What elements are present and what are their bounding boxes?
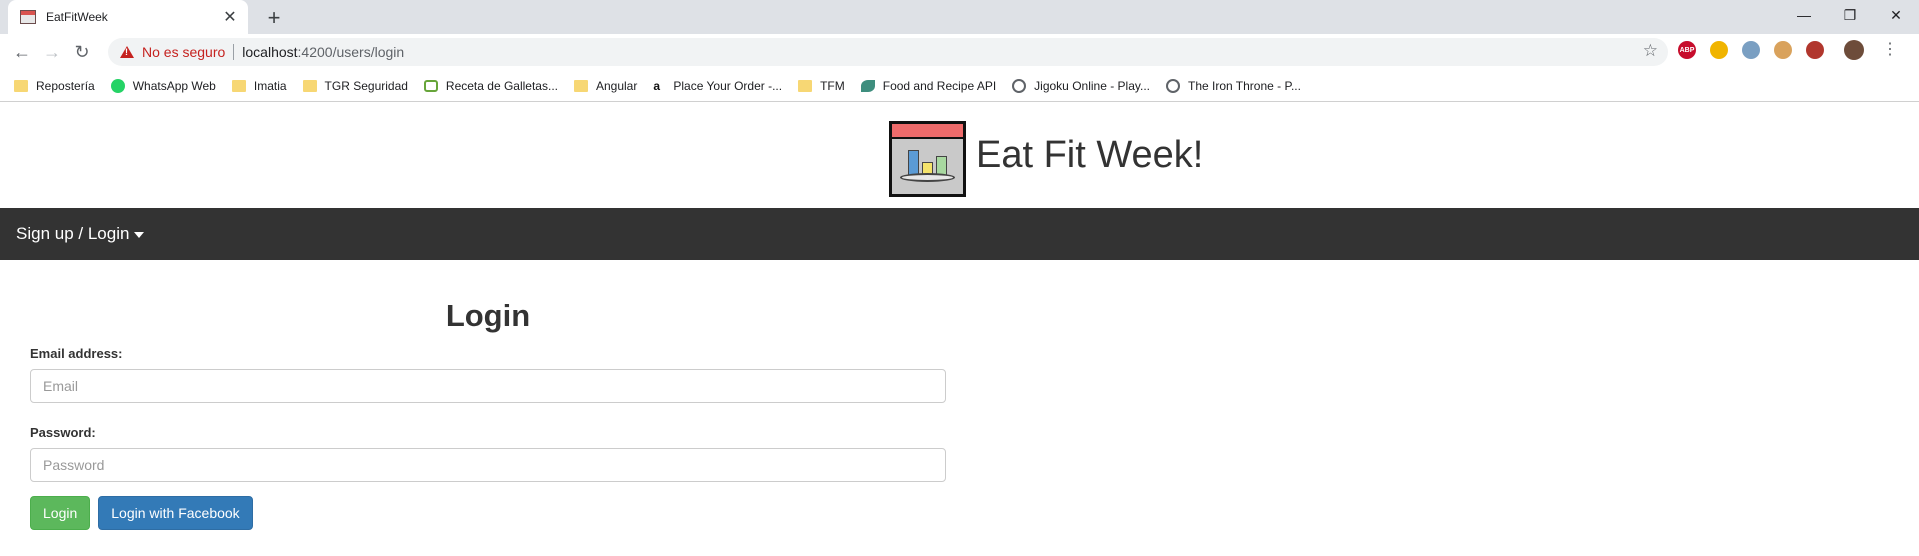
profile-avatar[interactable] — [1844, 40, 1864, 60]
password-label: Password: — [30, 425, 96, 440]
folder-icon — [14, 79, 28, 92]
logo-plate — [900, 173, 955, 182]
bookmark-label: TGR Seguridad — [324, 78, 408, 93]
bookmark-item[interactable]: TFM — [798, 79, 845, 93]
globe-icon — [1012, 78, 1027, 93]
food-icon — [860, 79, 875, 92]
logo-top-bar — [892, 124, 963, 139]
bookmark-label: Repostería — [36, 78, 95, 93]
login-button[interactable]: Login — [30, 496, 91, 530]
bookmark-label: Jigoku Online - Play... — [1034, 78, 1150, 93]
url-path: :4200/users/login — [297, 44, 405, 60]
bookmark-item[interactable]: Angular — [573, 78, 638, 93]
adblock-extension-icon[interactable]: ABP — [1678, 41, 1696, 59]
bookmark-item[interactable]: Receta de Galletas... — [423, 78, 558, 93]
security-status[interactable]: No es seguro — [142, 44, 225, 60]
tv-icon — [423, 79, 438, 92]
bookmark-label: Imatia — [253, 78, 287, 93]
signup-login-dropdown[interactable]: Sign up / Login — [16, 224, 145, 244]
cookie-extension-icon[interactable] — [1774, 41, 1792, 59]
moon-extension-icon[interactable] — [1710, 41, 1728, 59]
tab-strip: EatFitWeek ✕ + — ❐ ✕ — [0, 0, 1919, 34]
close-window-button[interactable]: ✕ — [1873, 0, 1919, 30]
bookmark-label: Place Your Order -... — [673, 78, 783, 93]
bookmark-item[interactable]: Food and Recipe API — [860, 78, 997, 93]
extensions-area: ABP ⋮ — [1678, 40, 1898, 60]
bookmark-label: Food and Recipe API — [882, 78, 997, 93]
bookmark-item[interactable]: a Place Your Order -... — [653, 79, 782, 93]
bookmark-star-icon[interactable]: ☆ — [1643, 41, 1658, 61]
new-tab-button[interactable]: + — [262, 5, 286, 31]
login-panel: Login Email address: Password: Login Log… — [30, 290, 946, 530]
bookmark-item[interactable]: Jigoku Online - Play... — [1012, 78, 1150, 93]
url-host: localhost — [242, 44, 298, 60]
feather-extension-icon[interactable] — [1742, 41, 1760, 59]
omnibox-separator — [233, 44, 235, 60]
folder-icon — [573, 79, 588, 92]
whatsapp-icon — [110, 78, 125, 93]
globe-icon — [1166, 78, 1180, 93]
close-tab-icon[interactable]: ✕ — [222, 7, 238, 27]
folder-icon — [798, 79, 813, 92]
button-row: Login Login with Facebook — [30, 496, 946, 530]
tab-title: EatFitWeek — [46, 10, 108, 24]
bookmarks-bar: Repostería WhatsApp Web Imatia TGR Segur… — [0, 70, 1919, 102]
forward-button[interactable]: → — [38, 38, 66, 66]
dropdown-label: Sign up / Login — [16, 224, 130, 243]
back-button[interactable]: ← — [8, 38, 36, 66]
address-bar[interactable]: No es seguro localhost :4200/users/login… — [108, 38, 1668, 66]
email-input[interactable] — [30, 369, 946, 403]
reload-button[interactable]: ↻ — [68, 38, 96, 66]
folder-icon — [231, 79, 246, 92]
bookmark-item[interactable]: Repostería — [14, 79, 95, 93]
site-logo — [889, 121, 966, 197]
amazon-icon: a — [653, 78, 661, 93]
warning-icon[interactable] — [120, 46, 134, 58]
bookmark-label: The Iron Throne - P... — [1188, 78, 1301, 93]
email-label: Email address: — [30, 346, 123, 361]
site-title: Eat Fit Week! — [976, 134, 1204, 176]
site-navbar: Sign up / Login — [0, 208, 1919, 260]
bookmark-label: TFM — [820, 78, 845, 93]
facebook-login-button[interactable]: Login with Facebook — [98, 496, 253, 530]
bookmark-item[interactable]: Imatia — [231, 78, 287, 93]
folder-icon — [302, 79, 317, 92]
window-controls: — ❐ ✕ — [1781, 0, 1919, 30]
bookmark-label: Angular — [595, 78, 638, 93]
browser-menu-icon[interactable]: ⋮ — [1882, 42, 1898, 58]
bookmark-label: Receta de Galletas... — [445, 78, 558, 93]
password-input[interactable] — [30, 448, 946, 482]
login-heading: Login — [445, 298, 531, 333]
bookmark-item[interactable]: TGR Seguridad — [302, 78, 408, 93]
site-favicon-icon — [20, 10, 36, 24]
browser-toolbar: ← → ↻ No es seguro localhost :4200/users… — [0, 34, 1919, 70]
restore-button[interactable]: ❐ — [1827, 0, 1873, 30]
minimize-button[interactable]: — — [1781, 0, 1827, 30]
caret-down-icon — [134, 232, 145, 238]
bookmark-item[interactable]: WhatsApp Web — [110, 78, 216, 93]
red-extension-icon[interactable] — [1806, 41, 1824, 59]
logo-glass-blue — [908, 150, 919, 176]
browser-tab[interactable]: EatFitWeek ✕ — [8, 0, 248, 34]
bookmark-item[interactable]: The Iron Throne - P... — [1166, 78, 1301, 93]
bookmark-label: WhatsApp Web — [132, 78, 216, 93]
site-header: Eat Fit Week! — [0, 102, 1919, 208]
